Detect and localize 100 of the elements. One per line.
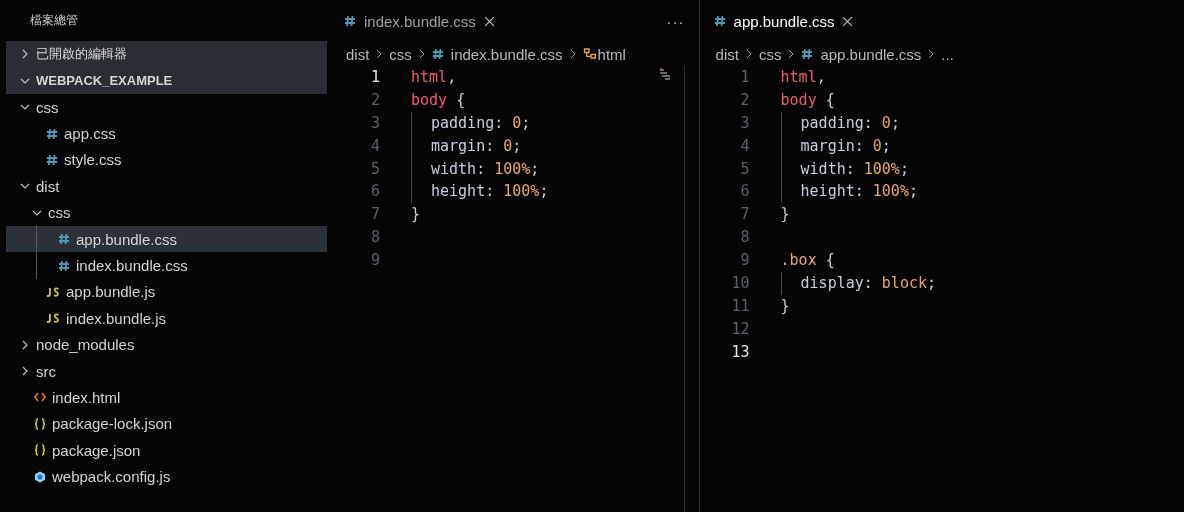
code-line: margin: 0; <box>800 135 891 157</box>
folder-name: src <box>36 362 56 380</box>
chevron-icon <box>787 49 796 59</box>
minimap-icon <box>658 68 671 80</box>
line-number: 12 <box>730 318 750 340</box>
file-row[interactable]: app.bundle.css <box>6 225 327 253</box>
file-name: index.bundle.css <box>76 257 188 275</box>
line-number: 5 <box>369 158 380 180</box>
code-brackets-icon <box>34 392 46 403</box>
file-name: app.bundle.js <box>66 283 156 301</box>
section-title: WEBPACK_EXAMPLE <box>36 73 173 89</box>
line-number: 1 <box>739 67 750 88</box>
file-row[interactable]: style.css <box>6 146 327 174</box>
folder-row[interactable]: dist <box>6 173 327 200</box>
folder-row[interactable]: src <box>6 357 327 385</box>
chevron-icon <box>744 49 753 59</box>
line-number: 6 <box>739 181 750 203</box>
breadcrumb-item[interactable]: css <box>389 45 412 63</box>
code-line: html, <box>411 67 457 88</box>
hash-icon <box>46 153 58 166</box>
folder-name: css <box>48 204 71 222</box>
line-number: 8 <box>369 227 380 249</box>
section-header[interactable]: 已開啟的編輯器 <box>6 41 327 68</box>
close-icon[interactable] <box>842 15 854 27</box>
code-line: } <box>780 204 790 226</box>
code-line: height: 100%; <box>431 181 549 203</box>
line-number: 11 <box>730 295 750 317</box>
file-name: index.bundle.js <box>66 309 167 327</box>
hash-icon <box>58 233 70 246</box>
line-number: 5 <box>739 158 750 180</box>
breadcrumb-item[interactable]: dist <box>346 45 370 63</box>
chevron-icon <box>20 339 30 350</box>
line-number: 3 <box>369 112 380 134</box>
chevron-icon <box>568 49 577 59</box>
line-number: 9 <box>739 250 750 272</box>
code-line: .box { <box>780 250 835 272</box>
file-name: package-lock.json <box>52 415 173 433</box>
code-line: } <box>411 204 421 226</box>
js-icon <box>46 313 60 324</box>
line-number: 2 <box>739 89 750 111</box>
breadcrumb-item[interactable]: ... <box>941 45 954 63</box>
file-name: style.css <box>64 151 122 169</box>
hash-icon <box>344 15 356 27</box>
hash-icon <box>713 15 726 27</box>
breadcrumb-item[interactable]: index.bundle.css <box>431 45 563 63</box>
close-icon[interactable] <box>483 15 495 27</box>
file-row[interactable]: webpack.config.js <box>6 463 327 490</box>
line-number: 10 <box>730 273 750 294</box>
line-number: 8 <box>739 227 750 249</box>
hash-icon <box>801 48 814 60</box>
breadcrumb-item[interactable]: html <box>582 45 626 63</box>
file-row[interactable]: index.html <box>6 384 327 411</box>
chevron-icon <box>20 49 30 60</box>
more-actions-button[interactable]: ··· <box>666 12 685 30</box>
folder-name: dist <box>36 177 60 195</box>
code-line: padding: 0; <box>431 112 531 134</box>
file-row[interactable]: app.css <box>6 120 327 147</box>
code-line: margin: 0; <box>431 135 522 157</box>
folder-name: css <box>36 98 59 116</box>
code-line: body { <box>780 89 835 111</box>
file-row[interactable]: package.json <box>6 437 327 464</box>
folder-row[interactable]: css <box>6 94 327 121</box>
file-name: webpack.config.js <box>52 468 171 486</box>
chevron-icon <box>417 49 426 59</box>
code-line: height: 100%; <box>800 181 918 203</box>
code-line: width: 100%; <box>800 158 909 180</box>
folder-row[interactable]: css <box>6 199 327 226</box>
line-number: 6 <box>369 181 380 203</box>
hash-icon <box>58 259 70 272</box>
js-icon <box>46 286 60 297</box>
editor-tab[interactable]: app.bundle.css <box>713 12 854 30</box>
code-line: width: 100%; <box>431 158 540 180</box>
line-number: 4 <box>369 135 380 157</box>
breadcrumb-item[interactable]: dist <box>715 45 739 63</box>
cube-icon <box>34 470 46 483</box>
chevron-icon <box>927 49 936 59</box>
code-line: padding: 0; <box>800 112 900 134</box>
section-header[interactable]: WEBPACK_EXAMPLE <box>6 67 327 94</box>
line-number: 2 <box>369 89 380 111</box>
editor-tab[interactable]: index.bundle.css <box>344 12 495 30</box>
section-title: 已開啟的編輯器 <box>36 45 127 64</box>
file-row[interactable]: package-lock.json <box>6 410 327 438</box>
file-row[interactable]: index.bundle.css <box>6 252 327 279</box>
breadcrumb-item[interactable]: css <box>758 45 782 63</box>
folder-row[interactable]: node_modules <box>6 331 327 358</box>
file-name: app.bundle.css <box>76 230 177 248</box>
file-row[interactable]: index.bundle.js <box>6 305 327 332</box>
folder-name: node_modules <box>36 336 135 354</box>
line-number: 1 <box>369 67 380 88</box>
symbol-tree-icon <box>582 47 597 61</box>
file-name: index.html <box>52 389 121 406</box>
code-line: body { <box>411 89 466 111</box>
code-line: html, <box>780 67 826 88</box>
line-number: 7 <box>369 204 380 226</box>
chevron-icon <box>20 366 30 377</box>
file-row[interactable]: app.bundle.js <box>6 278 327 306</box>
file-name: package.json <box>52 441 141 459</box>
breadcrumb-item[interactable]: app.bundle.css <box>801 45 922 63</box>
hash-icon <box>431 48 444 60</box>
file-name: app.css <box>64 125 116 143</box>
